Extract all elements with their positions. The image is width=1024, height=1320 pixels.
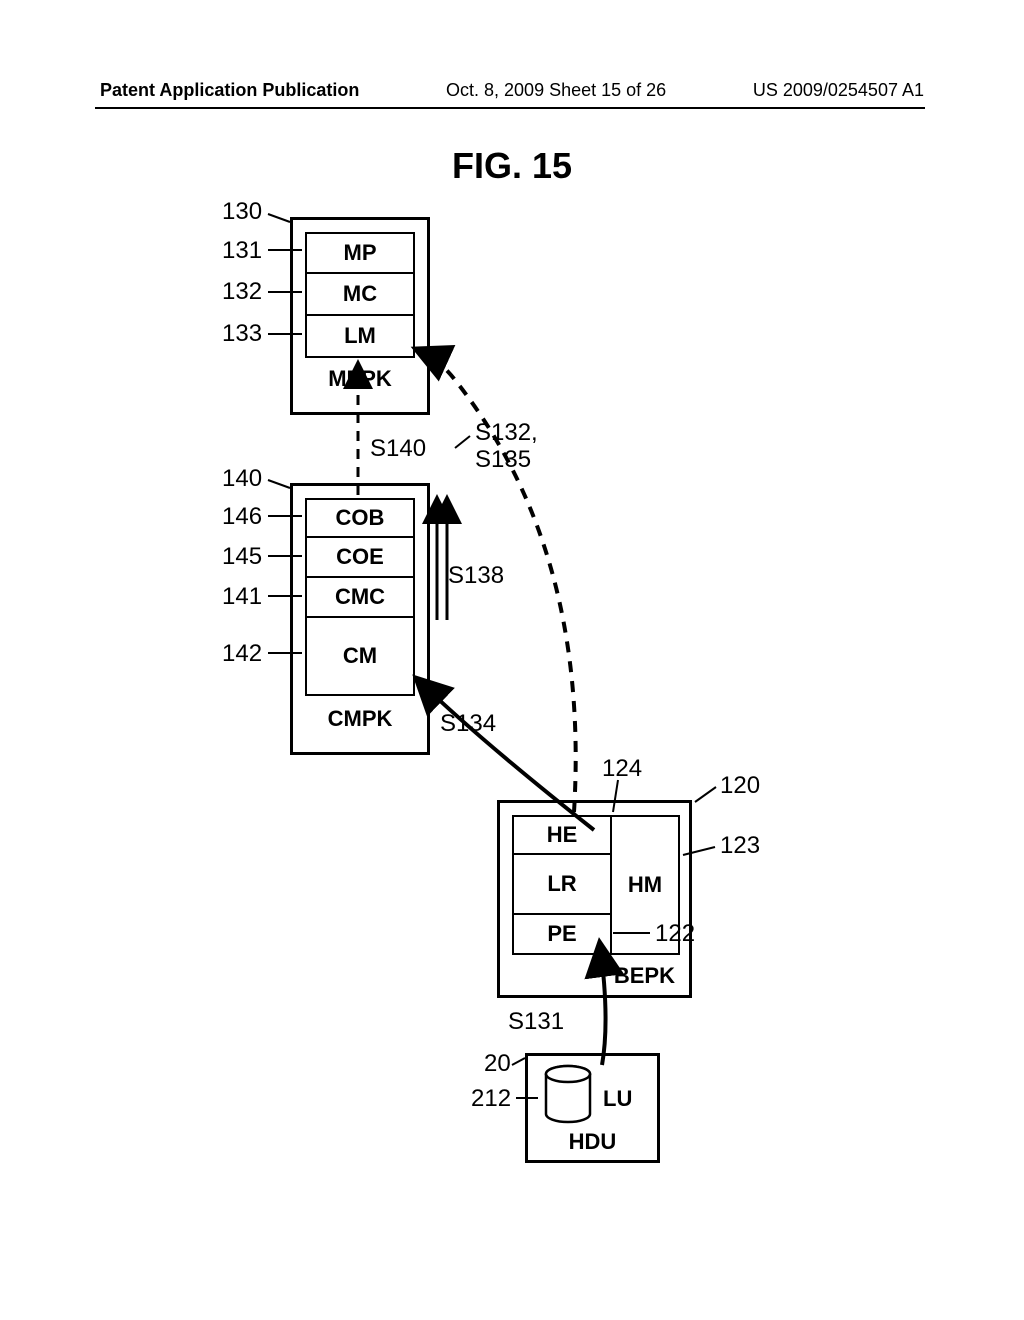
hdu-title: HDU [528, 1129, 657, 1155]
cylinder-icon [543, 1064, 593, 1126]
signal-s134: S134 [440, 710, 496, 738]
cmpk-row-cmc: CMC [305, 578, 415, 618]
mppk-title: MPPK [293, 366, 427, 392]
header-left: Patent Application Publication [100, 80, 359, 101]
bepk-pe: PE [512, 915, 612, 955]
ref-131: 131 [222, 237, 262, 265]
signal-s131: S131 [508, 1008, 564, 1036]
ref-132: 132 [222, 278, 262, 306]
header-rule [95, 107, 925, 109]
bepk-lr: LR [512, 855, 612, 915]
page-header: Patent Application Publication Oct. 8, 2… [0, 80, 1024, 101]
cmpk-row-cm: CM [305, 618, 415, 696]
hdu-box: LU HDU [525, 1053, 660, 1163]
connector-overlay [0, 200, 1024, 1200]
ref-140: 140 [222, 465, 262, 493]
signal-s140: S140 [370, 435, 426, 463]
cmpk-title: CMPK [293, 706, 427, 732]
ref-124: 124 [602, 755, 642, 783]
bepk-title: BEPK [614, 963, 675, 989]
ref-133: 133 [222, 320, 262, 348]
ref-141: 141 [222, 583, 262, 611]
ref-123: 123 [720, 832, 760, 860]
ref-142: 142 [222, 640, 262, 668]
header-right: US 2009/0254507 A1 [753, 80, 924, 101]
cmpk-box: COB COE CMC CM CMPK [290, 483, 430, 755]
ref-120: 120 [720, 772, 760, 800]
ref-130: 130 [222, 198, 262, 226]
signal-s132: S132, [475, 419, 538, 447]
ref-145: 145 [222, 543, 262, 571]
signal-s138: S138 [448, 562, 504, 590]
diagram-container: MP MC LM MPPK COB COE CMC CM CMPK HE LR … [0, 200, 1024, 1200]
mppk-row-mc: MC [305, 274, 415, 316]
bepk-box: HE LR PE HM BEPK [497, 800, 692, 998]
hdu-lu-label: LU [603, 1086, 632, 1112]
ref-20: 20 [484, 1050, 511, 1078]
cmpk-row-coe: COE [305, 538, 415, 578]
signal-s135: S135 [475, 446, 531, 474]
ref-212: 212 [471, 1085, 511, 1113]
ref-122: 122 [655, 920, 695, 948]
cmpk-row-cob: COB [305, 498, 415, 538]
mppk-row-lm: LM [305, 316, 415, 358]
bepk-he: HE [512, 815, 612, 855]
figure-title: FIG. 15 [452, 145, 572, 187]
mppk-row-mp: MP [305, 232, 415, 274]
mppk-box: MP MC LM MPPK [290, 217, 430, 415]
header-center: Oct. 8, 2009 Sheet 15 of 26 [446, 80, 666, 101]
ref-146: 146 [222, 503, 262, 531]
